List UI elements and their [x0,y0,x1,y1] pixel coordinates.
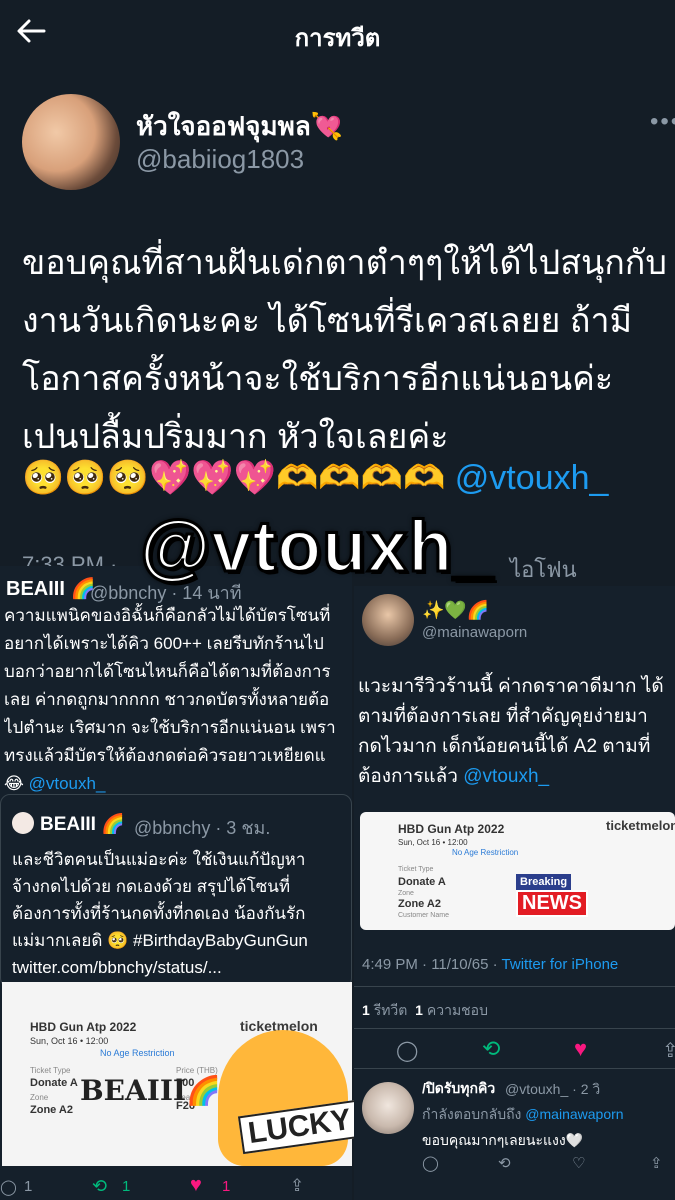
ticketmelon-logo-right: ticketmelon [606,818,675,833]
reply-action-bar: ◯ ⟲ ♡ ⇪ [354,1154,675,1176]
overlay-watermark-text: @vtouxh_ [138,506,495,589]
avatar[interactable] [22,94,120,190]
screenshot-user-emojis: ✨💚🌈 [422,600,490,620]
display-name[interactable]: หัวใจออฟจุมพล💘 [136,106,343,147]
ticket-zone-right: Zone A2 [398,898,441,910]
engagement-stats[interactable]: 1 รีทวีต 1 ความชอบ [362,1000,488,1022]
ticket-type-label-right: Ticket Type [398,866,434,873]
like-icon[interactable]: ♡ [572,1154,585,1172]
screenshot-user-handle-right: @mainawaporn [422,624,528,641]
retweet-icon[interactable]: ⟲ [482,1036,500,1062]
quote-user-name: BEAIII 🌈 [40,814,125,835]
tweet-timestamp: 4:49 PM · 11/10/65 · Twitter for iPhone [362,956,619,973]
replying-to: กำลังตอบกลับถึง @mainawaporn [422,1106,624,1122]
retweet-icon[interactable]: ⟲ [92,1176,107,1197]
divider [354,1068,675,1069]
ticket-zone-label: Zone [30,1093,49,1102]
reply-avatar[interactable] [362,1082,414,1134]
divider [354,986,675,987]
reply-text: ขอบคุณมากๆเลยนะแงง🤍 [422,1132,584,1148]
screenshot-avatar [362,594,414,646]
like-icon[interactable]: ♥ [574,1036,587,1062]
ticket-zone: Zone A2 [30,1104,73,1116]
ticket-type-label: Ticket Type [30,1066,71,1075]
ticket-type: Donate A [30,1077,78,1089]
screenshot-tweet-text: ความแพนิคของอิฉั้นก็คือกลัวไม่ได้บัตรโซน… [4,606,336,793]
screenshot-action-bar: ◯ 1 ⟲ 1 ♥ 1 ⇪ [0,1174,305,1197]
tweet-action-bar: ◯ ⟲ ♥ ⇪ [354,1036,675,1064]
ticket-type-right: Donate A [398,876,446,888]
quote-user-handle: @bbnchy · 3 ชม. [134,818,271,838]
share-icon[interactable]: ⇪ [290,1176,304,1196]
quote-text: และชีวิตคนเป็นแม่อะค่ะ ใช้เงินแก้ปัญหา จ… [12,850,308,977]
screenshot-tweet-text-right: แวะมารีวิวร้านนี้ ค่ากดราคาดีมาก ได้ ตาม… [358,676,664,787]
ticket-title-right: HBD Gun Atp 2022 [398,822,505,836]
more-options-icon[interactable]: ••• [650,108,675,136]
mention-link[interactable]: @vtouxh_ [455,459,609,497]
ticket-zone-label-right: Zone [398,890,414,897]
reply-user-name[interactable]: /ปิดรับทุกคิว [422,1078,495,1100]
ticket-date-right: Sun, Oct 16 • 12:00 [398,838,468,847]
tweet-emojis-line: 🥺🥺🥺💖💖💖🫶🫶🫶🫶 @vtouxh_ [22,459,609,497]
reply-user-handle[interactable]: @vtouxh_ · 2 วิ [505,1079,600,1101]
ticket-title: HBD Gun Atp 2022 [30,1020,137,1034]
handwritten-sticker: BEAIII🌈 [80,1074,221,1107]
quote-avatar [12,812,34,834]
reply-icon[interactable]: ◯ [0,1178,17,1196]
faded-source: ไอโฟน [510,557,577,582]
tweet-text: ขอบคุณที่สานฝันเด่กตาตำๆๆให้ได้ไปสนุกกับ… [22,244,667,456]
ticket-customer-label: Customer Name [398,912,449,919]
ticket-restriction-right: No Age Restriction [452,848,519,857]
ticket-restriction: No Age Restriction [100,1048,175,1058]
like-icon[interactable]: ♥ [190,1174,202,1197]
retweet-icon[interactable]: ⟲ [498,1154,511,1172]
screenshot-user-name: BEAIII 🌈 [6,578,96,600]
reply-icon[interactable]: ◯ [422,1154,439,1172]
reply-icon[interactable]: ◯ [396,1038,418,1063]
share-icon[interactable]: ⇪ [662,1038,675,1063]
divider [354,1028,675,1029]
share-icon[interactable]: ⇪ [650,1154,663,1172]
top-bar: การทวีต [0,0,675,66]
page-title: การทวีต [294,25,381,52]
user-handle[interactable]: @babiiog1803 [136,144,304,175]
ticket-date: Sun, Oct 16 • 12:00 [30,1036,109,1046]
breaking-news-sticker: Breaking NEWS [516,872,596,918]
